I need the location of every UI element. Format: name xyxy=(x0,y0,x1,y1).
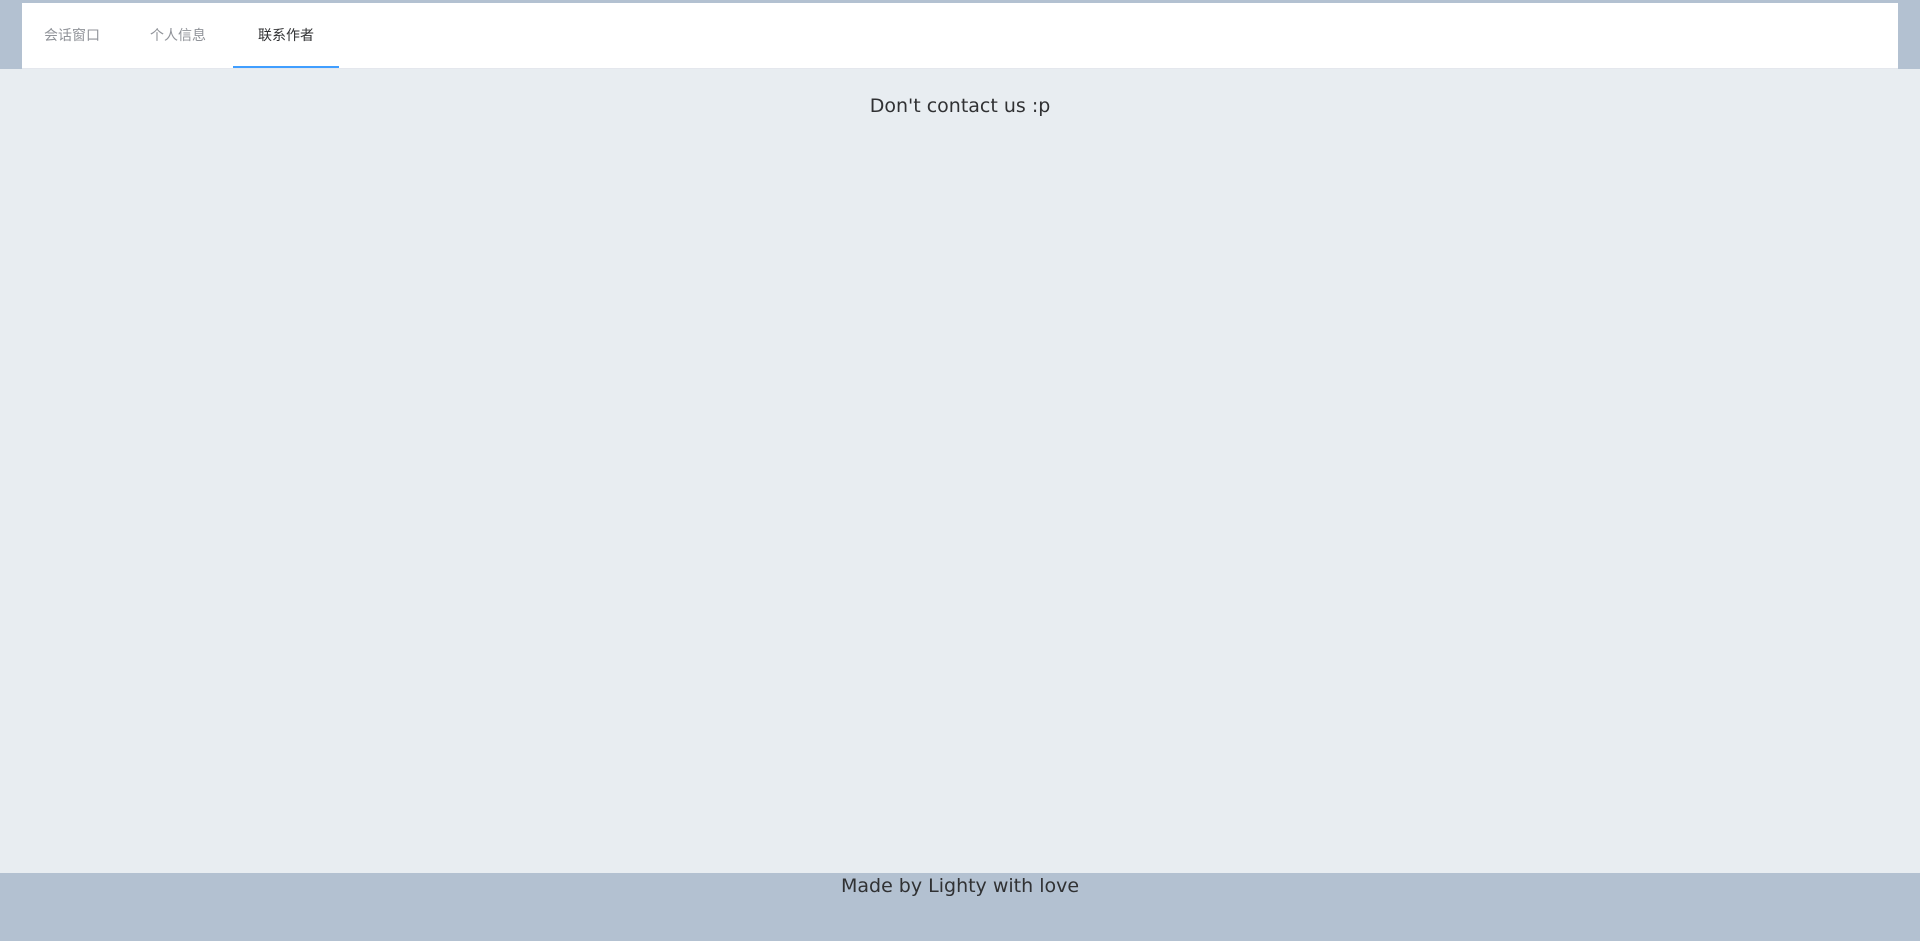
footer: Made by Lighty with love xyxy=(0,873,1920,941)
tab-contact-author[interactable]: 联系作者 xyxy=(254,3,318,69)
footer-credit: Made by Lighty with love xyxy=(840,875,1080,897)
tab-personal-info[interactable]: 个人信息 xyxy=(146,3,210,69)
main-content: Don't contact us :p xyxy=(0,69,1920,873)
app-page: 会话窗口 个人信息 联系作者 Don't contact us :p Made … xyxy=(0,0,1920,941)
tab-chat-window[interactable]: 会话窗口 xyxy=(40,3,104,69)
tab-bar: 会话窗口 个人信息 联系作者 xyxy=(22,3,1898,69)
contact-message: Don't contact us :p xyxy=(869,95,1051,117)
active-tab-indicator xyxy=(233,66,339,68)
